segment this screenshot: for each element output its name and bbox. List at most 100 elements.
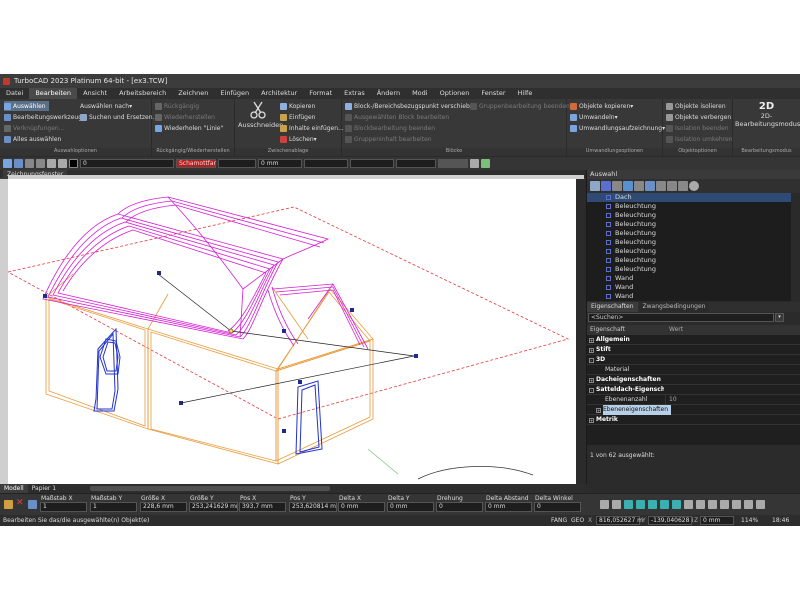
- collapse-icon[interactable]: -: [589, 388, 594, 393]
- auswaehlen-button[interactable]: Auswählen: [4, 101, 49, 111]
- material-field[interactable]: Schamottfar: [176, 159, 216, 168]
- redo-icon[interactable]: [36, 159, 45, 168]
- reference-icon[interactable]: [720, 500, 729, 509]
- fang-toggle[interactable]: FANG: [551, 515, 567, 526]
- menu-architektur[interactable]: Architektur: [255, 88, 303, 99]
- expand-icon[interactable]: +: [589, 348, 594, 353]
- angle-icon[interactable]: [744, 500, 753, 509]
- line-style-field[interactable]: [350, 159, 394, 168]
- bezugspunkt-button[interactable]: Block-/Bereichsbezugspunkt verschieben: [345, 101, 477, 111]
- tree-item[interactable]: Wand: [587, 283, 791, 292]
- prop-row-stift[interactable]: + Stift: [587, 345, 800, 355]
- alles-auswaehlen-button[interactable]: Alles auswählen: [4, 134, 61, 144]
- tab-modell[interactable]: Modell: [0, 484, 28, 493]
- objekte-kopieren-button[interactable]: Objekte kopieren ▾: [570, 101, 633, 111]
- scale-mode-icon[interactable]: [648, 500, 657, 509]
- prop-row-material[interactable]: Material: [587, 365, 800, 375]
- thickness-field[interactable]: 0 mm: [258, 159, 302, 168]
- group-icon[interactable]: [612, 181, 622, 191]
- properties-search-input[interactable]: <Suchen>: [588, 313, 774, 322]
- menu-format[interactable]: Format: [303, 88, 338, 99]
- objekte-isolieren-button[interactable]: Objekte isolieren: [666, 101, 726, 111]
- tree-item[interactable]: Beleuchtung: [587, 229, 791, 238]
- auswaehlen-nach-button[interactable]: Auswählen nach ▾: [80, 101, 132, 111]
- lock-icon[interactable]: [600, 500, 609, 509]
- search-dropdown-button[interactable]: ▾: [775, 313, 784, 322]
- line-width-field[interactable]: [304, 159, 348, 168]
- tree-item[interactable]: Beleuchtung: [587, 220, 791, 229]
- menu-aendern[interactable]: Ändern: [371, 88, 406, 99]
- tree-item[interactable]: Beleuchtung: [587, 265, 791, 274]
- tree-item[interactable]: Beleuchtung: [587, 247, 791, 256]
- ortho-icon[interactable]: [732, 500, 741, 509]
- tree-item[interactable]: Wand: [587, 292, 791, 301]
- tab-eigenschaften[interactable]: Eigenschaften: [587, 302, 638, 312]
- expand-icon[interactable]: +: [589, 378, 594, 383]
- pattern-field[interactable]: [396, 159, 436, 168]
- prop-row-satteldach[interactable]: -Satteldach-Eigenschaften: [587, 385, 800, 395]
- tree-item[interactable]: Beleuchtung: [587, 238, 791, 247]
- select-tool-icon[interactable]: [3, 159, 12, 168]
- drawing-canvas[interactable]: [8, 179, 584, 484]
- search-icon[interactable]: [689, 181, 699, 191]
- block-bearbeiten-button[interactable]: Ausgewählten Block bearbeiten: [345, 112, 449, 122]
- arrow-icon[interactable]: [667, 181, 677, 191]
- rotate-mode-icon[interactable]: [636, 500, 645, 509]
- inspector-options-icon[interactable]: [4, 500, 13, 509]
- groesse-x-field[interactable]: 228,6 mm: [140, 502, 187, 512]
- tree-item[interactable]: Beleuchtung: [587, 202, 791, 211]
- delta-y-field[interactable]: 0 mm: [387, 502, 434, 512]
- filter-icon[interactable]: [590, 181, 600, 191]
- menu-fenster[interactable]: Fenster: [475, 88, 511, 99]
- expand-icon[interactable]: +: [596, 408, 601, 413]
- wiederherstellen-button[interactable]: Wiederherstellen: [155, 112, 215, 122]
- ausschneiden-button[interactable]: Ausschneiden: [238, 101, 283, 129]
- delta-winkel-field[interactable]: 0: [534, 502, 581, 512]
- undo-icon[interactable]: [25, 159, 34, 168]
- select-all-icon[interactable]: [601, 181, 611, 191]
- prop-row-ebeneneigenschaften[interactable]: + Ebeneneigenschaften: [587, 405, 800, 415]
- list-icon[interactable]: [645, 181, 655, 191]
- tree-item[interactable]: Wand: [587, 274, 791, 283]
- 2d-bearbeitungsmodus-button[interactable]: 2D 2D- Bearbeitungsmodus: [735, 101, 800, 128]
- tree-item[interactable]: Beleuchtung: [587, 256, 791, 265]
- gruppenbearbeitung-beenden-button[interactable]: Gruppenbearbeitung beenden: [470, 101, 570, 111]
- zoom-level[interactable]: 114%: [741, 515, 758, 526]
- pos-y-field[interactable]: 253,620814 mm: [289, 502, 337, 512]
- menu-extras[interactable]: Extras: [338, 88, 371, 99]
- tab-zwangsbedingungen[interactable]: Zwangsbedingungen: [638, 302, 710, 312]
- local-icon[interactable]: [612, 500, 621, 509]
- menu-modi[interactable]: Modi: [406, 88, 434, 99]
- canvas-horizontal-scrollbar[interactable]: [90, 486, 330, 491]
- menu-arbeitsbereich[interactable]: Arbeitsbereich: [113, 88, 172, 99]
- pen-style-field[interactable]: [218, 159, 256, 168]
- tree-item[interactable]: Dach: [587, 193, 791, 202]
- tree-scrollbar[interactable]: [791, 193, 800, 301]
- isolation-umkehren-button[interactable]: Isolation umkehren: [666, 134, 733, 144]
- drehung-field[interactable]: 0: [436, 502, 483, 512]
- suchen-ersetzen-button[interactable]: Suchen und Ersetzen...: [80, 112, 158, 122]
- massstab-x-field[interactable]: 1: [40, 502, 87, 512]
- cancel-icon[interactable]: ✕: [16, 498, 24, 508]
- menu-optionen[interactable]: Optionen: [434, 88, 476, 99]
- edit-tool-icon[interactable]: [14, 159, 23, 168]
- grid-icon[interactable]: [656, 181, 666, 191]
- layer-field[interactable]: 0: [80, 159, 174, 168]
- menu-hilfe[interactable]: Hilfe: [512, 88, 539, 99]
- canvas-vertical-scrollbar[interactable]: [576, 179, 585, 484]
- snap-icon[interactable]: [696, 500, 705, 509]
- menu-zeichnen[interactable]: Zeichnen: [172, 88, 214, 99]
- prop-row-metrik[interactable]: + Metrik: [587, 415, 800, 425]
- array-icon[interactable]: [672, 500, 681, 509]
- center-icon[interactable]: [708, 500, 717, 509]
- groesse-y-field[interactable]: 253,241629 mm: [189, 502, 238, 512]
- eyedropper-icon[interactable]: [470, 159, 479, 168]
- massstab-y-field[interactable]: 1: [90, 502, 137, 512]
- expand-icon[interactable]: +: [589, 338, 594, 343]
- gruppeninhalt-button[interactable]: Gruppeninhalt bearbeiten: [345, 134, 432, 144]
- wiederholen-button[interactable]: Wiederholen "Linie": [155, 123, 223, 133]
- kopieren-button[interactable]: Kopieren: [280, 101, 315, 111]
- delta-x-field[interactable]: 0 mm: [338, 502, 385, 512]
- color-swatch-icon[interactable]: [69, 159, 78, 168]
- menu-einfuegen[interactable]: Einfügen: [214, 88, 255, 99]
